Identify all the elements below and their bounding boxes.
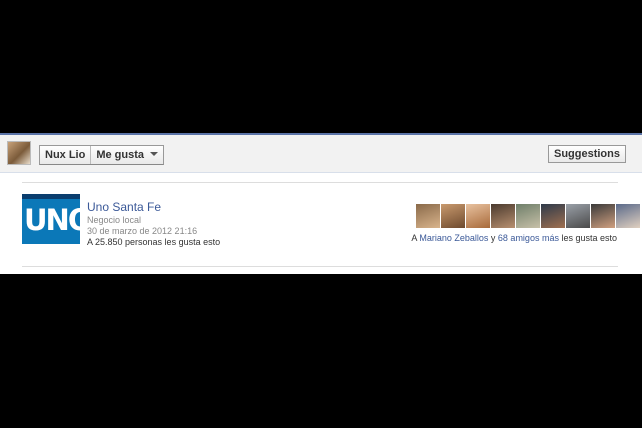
friends-suffix: les gusta esto: [558, 233, 617, 243]
suggestions-button[interactable]: Suggestions: [547, 145, 626, 163]
chevron-down-icon: [150, 152, 159, 157]
thumbnail-footer: [22, 244, 80, 250]
page-like-count: A 25.850 personas les gusta esto: [87, 237, 221, 247]
avatar[interactable]: [7, 141, 31, 165]
friend-pictures: [416, 204, 640, 228]
like-dropdown-button[interactable]: Me gusta: [90, 146, 163, 164]
friend-avatar[interactable]: [591, 204, 615, 228]
friend-avatar[interactable]: [541, 204, 565, 228]
facebook-like-panel: Nux Lio Me gusta Suggestions UNO Uno San…: [0, 133, 642, 274]
divider: [22, 182, 618, 183]
friend-avatar[interactable]: [566, 204, 590, 228]
friends-like-sentence: A Mariano Zeballos y 68 amigos más les g…: [411, 233, 617, 243]
friend-avatar[interactable]: [466, 204, 490, 228]
page-timestamp: 30 de marzo de 2012 21:16: [87, 226, 198, 236]
user-name-button[interactable]: Nux Lio: [40, 146, 90, 164]
uno-logo: UNO: [24, 203, 80, 237]
friend-avatar[interactable]: [491, 204, 515, 228]
page-thumbnail[interactable]: UNO: [22, 194, 80, 250]
friend-avatar[interactable]: [416, 204, 440, 228]
friends-others-link[interactable]: 68 amigos más: [498, 233, 559, 243]
like-toolbar: Nux Lio Me gusta Suggestions: [0, 135, 642, 173]
letterbox-background: Nux Lio Me gusta Suggestions UNO Uno San…: [0, 0, 642, 428]
friends-connector: y: [488, 233, 498, 243]
friend-avatar[interactable]: [616, 204, 640, 228]
friend-name-link[interactable]: Mariano Zeballos: [419, 233, 488, 243]
thumbnail-top-bar: [22, 194, 80, 199]
divider: [22, 266, 618, 267]
friend-avatar[interactable]: [516, 204, 540, 228]
friend-avatar[interactable]: [441, 204, 465, 228]
like-button-group: Nux Lio Me gusta: [39, 145, 165, 165]
page-category: Negocio local: [87, 215, 142, 225]
like-label: Me gusta: [96, 149, 145, 161]
page-title-link[interactable]: Uno Santa Fe: [87, 200, 161, 214]
